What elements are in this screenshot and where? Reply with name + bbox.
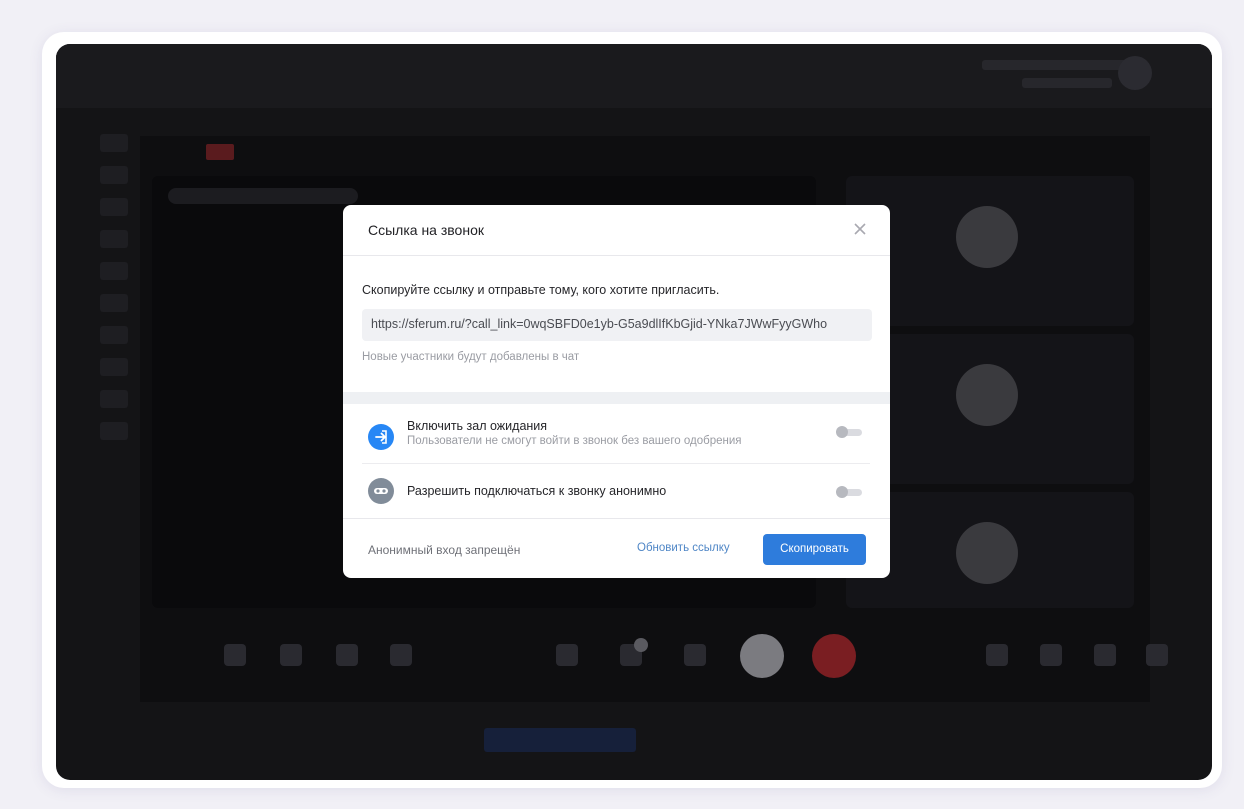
section-divider: [343, 392, 890, 404]
pip-icon[interactable]: [1094, 644, 1116, 666]
grid-view-icon[interactable]: [986, 644, 1008, 666]
raise-hand-icon[interactable]: [280, 644, 302, 666]
option-title: Разрешить подключаться к звонку анонимно: [407, 484, 667, 498]
effects-icon[interactable]: [390, 644, 412, 666]
option-anonymous[interactable]: Разрешить подключаться к звонку анонимно: [362, 469, 870, 513]
option-description: Пользователи не смогут войти в звонок бе…: [407, 435, 742, 447]
link-icon[interactable]: [556, 644, 578, 666]
modal-footer: Анонимный вход запрещён Обновить ссылку …: [343, 518, 890, 578]
participants-count-badge: [634, 638, 648, 652]
site-header: [56, 44, 1212, 108]
anonymous-toggle[interactable]: [836, 486, 862, 498]
background-button: [484, 728, 636, 752]
sidebar-dimmed: [100, 134, 140, 634]
screen-share-icon[interactable]: [336, 644, 358, 666]
anonymous-mask-icon: [368, 478, 394, 504]
enter-arrow-icon: [368, 424, 394, 450]
hint-text: Новые участники будут добавлены в чат: [362, 351, 580, 363]
waiting-room-toggle[interactable]: [836, 426, 862, 438]
call-link-field[interactable]: https://sferum.ru/?call_link=0wqSBFD0e1y…: [362, 309, 872, 341]
participants-icon[interactable]: [620, 638, 648, 666]
live-badge: [206, 144, 234, 160]
participant-avatar: [956, 206, 1018, 268]
participant-avatar: [956, 364, 1018, 426]
end-call-button[interactable]: [812, 634, 856, 678]
call-link-modal: Ссылка на звонок Скопируйте ссылку и отп…: [343, 205, 890, 578]
call-top-bar: [140, 136, 1150, 172]
microphone-button[interactable]: [740, 634, 784, 678]
settings-gear-icon[interactable]: [1040, 644, 1062, 666]
camera-icon[interactable]: [684, 644, 706, 666]
call-link-value[interactable]: https://sferum.ru/?call_link=0wqSBFD0e1y…: [371, 317, 827, 331]
site-logo: [104, 60, 224, 84]
refresh-link-button[interactable]: Обновить ссылку: [637, 542, 730, 554]
option-waiting-room[interactable]: Включить зал ожидания Пользователи не см…: [362, 413, 870, 464]
anonymous-status: Анонимный вход запрещён: [368, 543, 521, 557]
modal-title: Ссылка на звонок: [368, 222, 484, 238]
copy-button[interactable]: Скопировать: [763, 534, 866, 565]
fullscreen-icon[interactable]: [1146, 644, 1168, 666]
avatar: [1118, 56, 1152, 90]
close-icon[interactable]: [848, 217, 872, 241]
user-info: [972, 56, 1132, 92]
chat-icon[interactable]: [224, 644, 246, 666]
instruction-text: Скопируйте ссылку и отправьте тому, кого…: [362, 283, 720, 297]
call-controls: [140, 632, 1168, 682]
participant-avatar: [956, 522, 1018, 584]
option-title: Включить зал ожидания: [407, 419, 548, 433]
speaker-name-tag: [168, 188, 358, 204]
modal-header: Ссылка на звонок: [343, 205, 890, 256]
